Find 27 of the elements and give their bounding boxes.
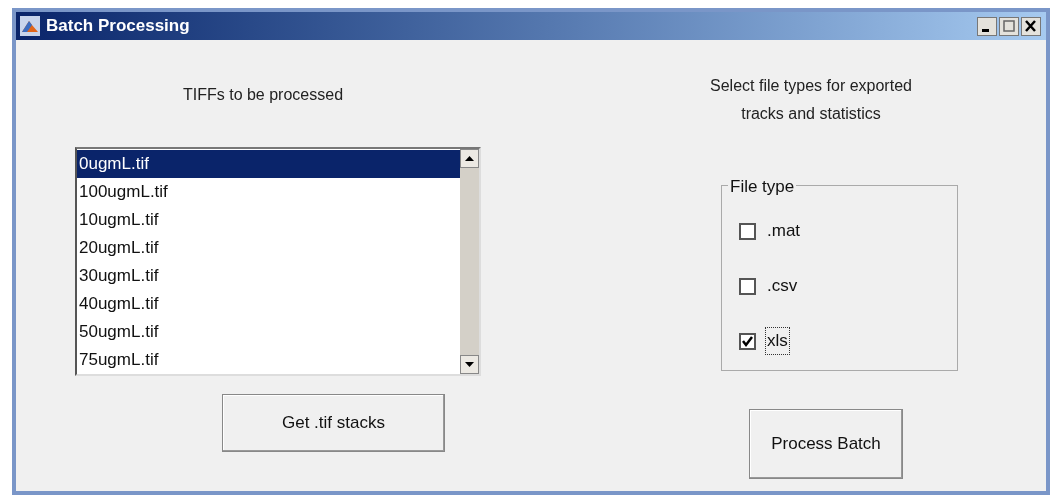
file-list-item[interactable]: 0ugmL.tif [77,150,460,178]
app-icon [20,16,40,36]
file-list-item[interactable]: 50ugmL.tif [77,318,460,346]
export-label: Select file types for exported [710,76,912,96]
list-label: TIFFs to be processed [182,85,344,105]
scroll-down-button[interactable] [460,355,479,374]
scroll-up-button[interactable] [460,149,479,168]
file-list-item[interactable]: 100ugmL.tif [77,178,460,206]
export-label: tracks and statistics [741,104,881,124]
checkbox-label[interactable]: .csv [765,272,800,300]
checkbox-label[interactable]: .mat [765,217,803,245]
checkbox-label[interactable]: xls [765,327,790,355]
checkbox[interactable] [739,332,756,350]
file-listbox[interactable]: 0ugmL.tif 100ugmL.tif 10ugmL.tif 20ugmL.tif 30ugmL.tif 40ugmL.tif 50ugmL.tif 75ugmL.tif [75,147,481,376]
file-list-item[interactable]: 30ugmL.tif [77,262,460,290]
file-list-item[interactable]: 10ugmL.tif [77,206,460,234]
window-title: Batch Processing [46,15,190,38]
minimize-button[interactable] [977,16,997,36]
file-list-item[interactable]: 40ugmL.tif [77,290,460,318]
close-button[interactable] [1021,16,1041,36]
file-list-item[interactable]: 75ugmL.tif [77,346,460,374]
process-batch-button[interactable]: Process Batch [749,409,903,479]
get-tif-stacks-button[interactable]: Get .tif stacks [222,394,445,452]
scrollbar[interactable] [460,149,479,374]
file-list-item[interactable]: 20ugmL.tif [77,234,460,262]
checkbox[interactable] [739,277,756,295]
checkbox[interactable] [739,222,756,240]
